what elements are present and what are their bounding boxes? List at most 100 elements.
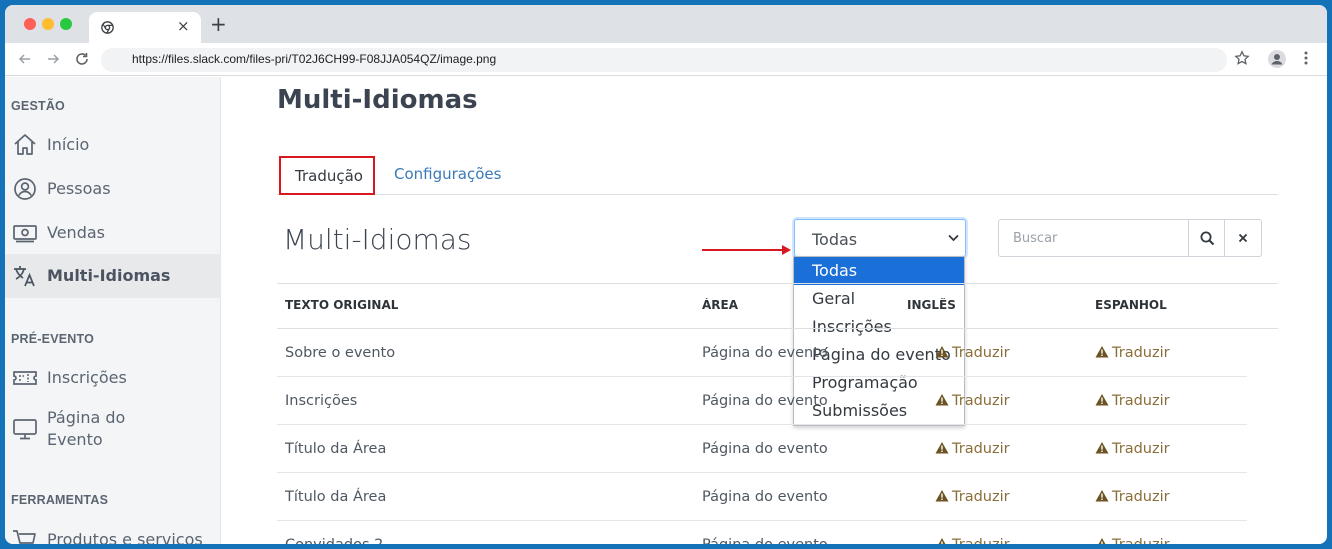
- warning-icon: [1095, 394, 1109, 406]
- browser-toolbar: https://files.slack.com/files-pri/T02J6C…: [5, 43, 1327, 76]
- cell-texto-original: Título da Área: [285, 489, 387, 505]
- sidebar-item-inscricoes[interactable]: Inscrições: [5, 356, 221, 400]
- translate-spanish-link[interactable]: Traduzir: [1095, 441, 1170, 457]
- cell-texto-original: Inscrições: [285, 393, 358, 409]
- dropdown-option-todas[interactable]: Todas: [794, 257, 964, 285]
- annotation-arrow-line: [702, 249, 784, 251]
- address-bar[interactable]: https://files.slack.com/files-pri/T02J6C…: [101, 48, 1227, 72]
- money-icon: [13, 225, 37, 243]
- sidebar-section-ferramentas: FERRAMENTAS: [11, 493, 109, 507]
- search-button[interactable]: [1188, 219, 1225, 257]
- warning-icon: [935, 394, 949, 406]
- warning-icon: [935, 490, 949, 502]
- translate-english-link[interactable]: Traduzir: [935, 345, 1010, 361]
- sidebar-item-label: Início: [47, 135, 90, 154]
- cell-texto-original: Título da Área: [285, 441, 387, 457]
- sidebar-section-gestao: GESTÃO: [11, 99, 65, 113]
- sidebar-item-produtos-e-servicos[interactable]: Produtos e serviços: [5, 518, 221, 544]
- translate-spanish-label: Traduzir: [1112, 441, 1170, 457]
- table-row: Título da Área Página do evento Traduzir Tr…: [277, 473, 1247, 521]
- translate-spanish-link[interactable]: Traduzir: [1095, 345, 1170, 361]
- warning-icon: [1095, 442, 1109, 454]
- column-header-ingles: INGLÊS: [907, 298, 956, 312]
- translate-english-link[interactable]: Traduzir: [935, 441, 1010, 457]
- ticket-icon: [13, 371, 37, 385]
- minimize-window-button[interactable]: [42, 18, 54, 30]
- search-icon: [1200, 231, 1215, 246]
- cell-area: Página do evento: [702, 537, 828, 544]
- translate-spanish-link[interactable]: Traduzir: [1095, 537, 1170, 544]
- translate-spanish-label: Traduzir: [1112, 537, 1170, 544]
- bookmark-star-icon[interactable]: [1234, 50, 1250, 66]
- table-header: TEXTO ORIGINAL ÁREA INGLÊS ESPANHOL: [277, 283, 1278, 329]
- sidebar-item-pessoas[interactable]: Pessoas: [5, 167, 221, 211]
- cell-area: Página do evento: [702, 393, 828, 409]
- table-row: Sobre o evento Página do evento Traduzir Tr…: [277, 329, 1247, 377]
- person-icon: [14, 178, 36, 200]
- tab-configuracoes[interactable]: Configurações: [394, 165, 501, 183]
- cell-texto-original: Convidados 2: [285, 537, 383, 544]
- sidebar-item-multi-idiomas[interactable]: Multi-Idiomas: [5, 254, 221, 298]
- close-icon: [1238, 233, 1248, 243]
- browser-tab[interactable]: ×: [89, 12, 201, 43]
- translate-english-label: Traduzir: [952, 441, 1010, 457]
- more-menu-icon[interactable]: [1301, 50, 1311, 66]
- section-title: Multi-Idiomas: [283, 223, 472, 256]
- cart-icon: [13, 530, 36, 544]
- sidebar-item-inicio[interactable]: Início: [5, 123, 221, 167]
- sidebar-item-label: Produtos e serviços: [47, 530, 203, 544]
- translate-english-link[interactable]: Traduzir: [935, 537, 1010, 544]
- annotation-arrow-head: [782, 245, 791, 255]
- close-tab-icon[interactable]: ×: [177, 17, 190, 35]
- translate-english-label: Traduzir: [952, 489, 1010, 505]
- warning-icon: [1095, 346, 1109, 358]
- translate-spanish-link[interactable]: Traduzir: [1095, 489, 1170, 505]
- cell-area: Página do evento: [702, 441, 828, 457]
- table-row: Inscrições Página do evento Traduzir Traduz…: [277, 377, 1247, 425]
- cell-texto-original: Sobre o evento: [285, 345, 396, 361]
- new-tab-button[interactable]: +: [210, 14, 227, 34]
- sidebar-item-label: Multi-Idiomas: [47, 266, 171, 285]
- sidebar: GESTÃO Início Pessoas Vendas Multi-Idiom…: [5, 77, 221, 544]
- home-icon: [14, 134, 36, 155]
- sidebar-item-label: Página do Evento: [47, 408, 126, 449]
- search-input[interactable]: [1000, 221, 1185, 255]
- column-header-texto-original: TEXTO ORIGINAL: [285, 298, 399, 312]
- warning-icon: [1095, 490, 1109, 502]
- warning-icon: [935, 538, 949, 544]
- cell-area: Página do evento: [702, 345, 828, 361]
- sidebar-item-label: Inscrições: [47, 368, 127, 387]
- back-arrow-icon[interactable]: [17, 51, 33, 67]
- chevron-down-icon: [948, 234, 959, 242]
- sidebar-section-pre-evento: PRÉ-EVENTO: [11, 332, 95, 346]
- translate-english-link[interactable]: Traduzir: [935, 393, 1010, 409]
- profile-avatar-icon[interactable]: [1267, 49, 1287, 69]
- browser-tab-bar: × +: [5, 5, 1327, 43]
- reload-icon[interactable]: [74, 51, 90, 67]
- cell-area: Página do evento: [702, 489, 828, 505]
- tab-traducao[interactable]: Tradução: [279, 156, 375, 195]
- translate-english-link[interactable]: Traduzir: [935, 489, 1010, 505]
- column-header-espanhol: ESPANHOL: [1095, 298, 1167, 312]
- warning-icon: [1095, 538, 1109, 544]
- url-text: https://files.slack.com/files-pri/T02J6C…: [132, 52, 497, 66]
- close-window-button[interactable]: [24, 18, 36, 30]
- sidebar-item-pagina-do-evento[interactable]: Página do Evento: [5, 405, 221, 453]
- translate-english-label: Traduzir: [952, 537, 1010, 544]
- table-row: Convidados 2 Página do evento Traduzir Trad…: [277, 521, 1247, 544]
- tab-traducao-label: Tradução: [295, 167, 363, 185]
- warning-icon: [935, 346, 949, 358]
- translate-spanish-label: Traduzir: [1112, 393, 1170, 409]
- chrome-icon: [101, 21, 114, 34]
- translate-english-label: Traduzir: [952, 345, 1010, 361]
- area-filter-value: Todas: [812, 230, 858, 249]
- maximize-window-button[interactable]: [60, 18, 72, 30]
- translate-spanish-link[interactable]: Traduzir: [1095, 393, 1170, 409]
- area-filter-select[interactable]: Todas: [794, 219, 966, 257]
- translate-icon: [14, 266, 35, 287]
- browser-window: × + https://files.slack.com/files-pri/T0…: [5, 5, 1327, 544]
- sidebar-item-vendas[interactable]: Vendas: [5, 211, 221, 255]
- column-header-area: ÁREA: [702, 298, 739, 312]
- forward-arrow-icon[interactable]: [45, 51, 61, 67]
- clear-search-button[interactable]: [1224, 219, 1262, 257]
